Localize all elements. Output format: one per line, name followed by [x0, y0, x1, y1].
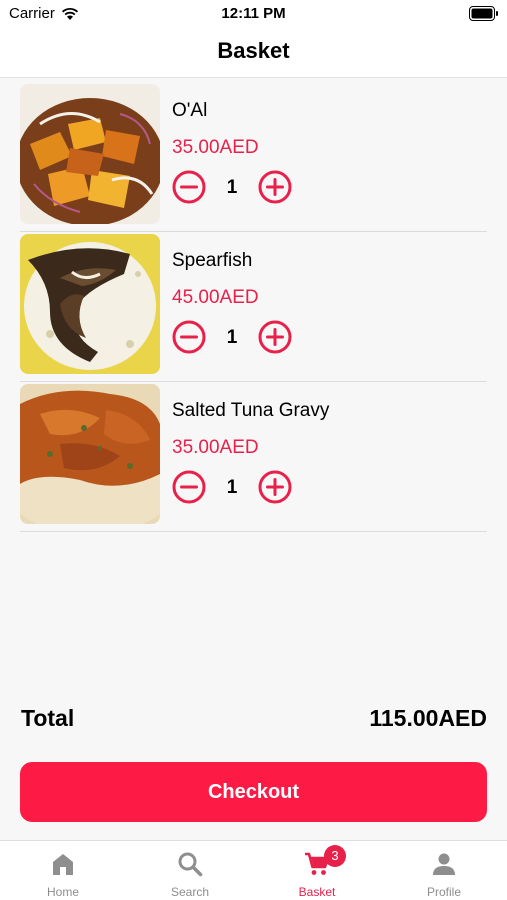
battery-icon: [469, 6, 498, 21]
item-name: O'Al: [172, 100, 208, 121]
minus-circle-icon: [172, 320, 206, 354]
total-label: Total: [21, 705, 75, 731]
basket-item: Spearfish 45.00AED 1: [20, 232, 487, 382]
item-price: 35.00AED: [172, 137, 259, 158]
tab-search-label: Search: [170, 885, 210, 899]
tab-home-label: Home: [46, 885, 79, 899]
basket-item: Salted Tuna Gravy 35.00AED 1: [20, 382, 487, 532]
plus-circle-icon: [258, 170, 292, 204]
item-image: [20, 84, 160, 224]
minus-circle-icon: [172, 470, 206, 504]
page-title: Basket: [217, 38, 290, 63]
nav-header: Basket: [0, 28, 507, 78]
person-icon: [433, 853, 455, 875]
decrease-quantity-button[interactable]: [172, 170, 206, 204]
quantity-value: 1: [226, 477, 238, 498]
basket-item: O'Al 35.00AED 1: [20, 82, 487, 232]
increase-quantity-button[interactable]: [258, 320, 292, 354]
plus-circle-icon: [258, 320, 292, 354]
tab-bar: Home Search 3 Basket Profile: [0, 840, 507, 900]
item-image: [20, 384, 160, 524]
quantity-value: 1: [226, 177, 238, 198]
item-name: Spearfish: [172, 250, 253, 271]
item-image: [20, 234, 160, 374]
home-icon: [53, 854, 73, 875]
cart-count-badge: 3: [324, 845, 346, 867]
decrease-quantity-button[interactable]: [172, 470, 206, 504]
tab-basket[interactable]: 3 Basket: [254, 841, 380, 900]
tab-home[interactable]: Home: [0, 841, 126, 900]
minus-circle-icon: [172, 170, 206, 204]
tab-search[interactable]: Search: [127, 841, 253, 900]
item-name: Salted Tuna Gravy: [172, 400, 330, 421]
clock: 12:11 PM: [221, 5, 286, 22]
item-price: 45.00AED: [172, 287, 259, 308]
tab-basket-label: Basket: [298, 885, 336, 899]
increase-quantity-button[interactable]: [258, 170, 292, 204]
plus-circle-icon: [258, 470, 292, 504]
tab-profile-label: Profile: [426, 885, 461, 899]
basket-list: O'Al 35.00AED 1 Spearfish 45.00AED 1 Sal…: [20, 82, 487, 532]
search-icon: [178, 852, 203, 877]
increase-quantity-button[interactable]: [258, 470, 292, 504]
tab-profile[interactable]: Profile: [381, 841, 507, 900]
quantity-value: 1: [226, 327, 238, 348]
total-value: 115.00AED: [369, 705, 487, 731]
item-price: 35.00AED: [172, 437, 259, 458]
status-bar: Carrier 12:11 PM: [0, 0, 507, 28]
checkout-button[interactable]: Checkout: [20, 762, 487, 822]
decrease-quantity-button[interactable]: [172, 320, 206, 354]
